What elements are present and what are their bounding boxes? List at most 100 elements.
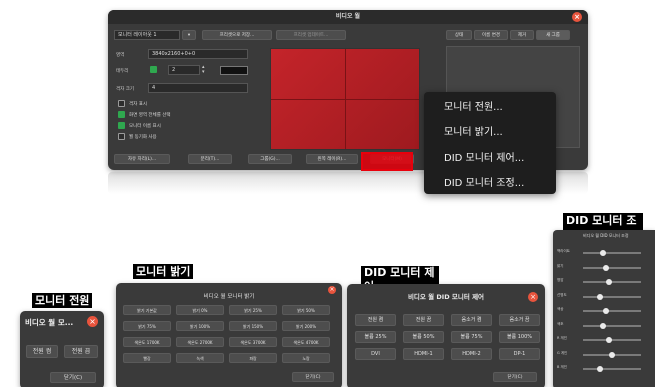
slider-track[interactable]	[583, 324, 641, 327]
did-control-button[interactable]: 볼륨 50%	[403, 331, 444, 343]
did-control-dialog: 비디오 월 DID 모니터 제어 × 전원 켬 전원 끔 음소거 켬 음소거 끔볼륨 …	[347, 284, 545, 387]
slider-track[interactable]	[583, 295, 641, 298]
did-control-close-button[interactable]: 닫기(C)	[493, 372, 537, 382]
wall-sync-label: 월 동기화 사용	[129, 135, 157, 140]
wall-sync-checkbox[interactable]	[118, 133, 125, 140]
slider-label: 색조	[557, 321, 564, 326]
grid-size-input[interactable]: 4	[148, 83, 248, 93]
show-grid-label: 격자 표시	[129, 102, 147, 107]
close-icon[interactable]: ×	[528, 292, 538, 302]
brightness-preset-button[interactable]: 색온도 3700K	[229, 337, 277, 347]
main-window-title: 비디오 월	[335, 13, 361, 20]
grid-size-label: 격자 크기	[116, 87, 134, 92]
slider-track[interactable]	[583, 310, 641, 312]
brightness-close-button[interactable]: 닫기(C)	[292, 372, 334, 382]
brightness-preset-button[interactable]: 밝기 200%	[282, 321, 330, 331]
slider-label: 백라이트	[557, 249, 570, 253]
update-preset-button[interactable]: 프리셋 업데이트...	[276, 30, 346, 40]
tab-status[interactable]: 상태	[446, 30, 472, 40]
monitor-layout-dropdown-button[interactable]: ▾	[182, 30, 196, 40]
did-control-button[interactable]: 전원 켬	[355, 314, 396, 326]
slider-label: 밝기	[557, 263, 564, 268]
show-monitor-name-checkbox[interactable]	[118, 122, 125, 129]
monitor-layout-select[interactable]: 모니터 레이아웃 1	[114, 30, 180, 40]
group-button[interactable]: 그룹(G)...	[248, 154, 292, 164]
power-on-button[interactable]: 전원 켬	[26, 345, 58, 358]
did-control-button[interactable]: DP-1	[499, 348, 540, 360]
tab-remove[interactable]: 제거	[510, 30, 534, 40]
did-control-dialog-title: 비디오 월 DID 모니터 제어	[407, 293, 485, 301]
area-input-value: 3840x2160+0+0	[152, 51, 196, 57]
save-preset-button[interactable]: 프리셋으로 저장...	[202, 30, 272, 40]
slider-thumb[interactable]	[603, 264, 610, 271]
menu-item-monitor-brightness[interactable]: 모니터 밝기...	[444, 123, 503, 138]
slider-thumb[interactable]	[597, 293, 604, 300]
did-control-button[interactable]: 음소거 켬	[451, 314, 492, 326]
menu-item-did-adjust[interactable]: DID 모니터 조정...	[444, 174, 524, 189]
did-control-button[interactable]: HDMI-2	[451, 348, 492, 360]
brightness-preset-button[interactable]: 밝기 25%	[229, 305, 277, 315]
split-button[interactable]: 분리(T)...	[188, 154, 232, 164]
preview-divider-horizontal	[271, 99, 419, 100]
free-place-button[interactable]: 자유 자리(L)...	[114, 154, 170, 164]
left-ray-button[interactable]: 왼쪽 레이(R)...	[306, 154, 358, 164]
slider-thumb[interactable]	[597, 366, 604, 372]
brightness-preset-button[interactable]: 밝기 기본값	[123, 305, 171, 315]
brightness-preset-button[interactable]: 빨강	[123, 353, 171, 363]
brightness-preset-button[interactable]: 밝기 150%	[229, 321, 277, 331]
slider-thumb[interactable]	[600, 250, 607, 256]
did-control-dialog-titlebar: 비디오 월 DID 모니터 제어 ×	[347, 284, 545, 306]
brightness-preset-button[interactable]: 파랑	[229, 353, 277, 363]
close-icon[interactable]: ×	[572, 12, 582, 22]
monitor-layout-select-value: 모니터 레이아웃 1	[118, 32, 157, 38]
brightness-preset-button[interactable]: 밝기 50%	[282, 305, 330, 315]
slider-thumb[interactable]	[606, 279, 613, 285]
bezel-checkbox[interactable]	[150, 66, 157, 73]
slider-thumb[interactable]	[600, 322, 607, 329]
select-full-area-checkbox[interactable]	[118, 111, 125, 118]
did-control-button[interactable]: DVI	[355, 348, 396, 360]
area-label: 영역	[116, 53, 125, 58]
did-control-button[interactable]: HDMI-1	[403, 348, 444, 360]
brightness-preset-button[interactable]: 밝기 75%	[123, 321, 171, 331]
brightness-preset-button[interactable]: 녹색	[176, 353, 224, 363]
did-control-button[interactable]: 볼륨 25%	[355, 331, 396, 343]
bezel-color-swatch[interactable]	[220, 66, 248, 75]
slider-track[interactable]	[583, 252, 641, 254]
did-adjust-dialog-title: 비디오 월 DID 모니터 조정	[583, 233, 629, 238]
brightness-preset-button[interactable]: 밝기 100%	[176, 321, 224, 331]
close-icon[interactable]: ×	[328, 286, 336, 294]
power-dialog-title: 비디오 월 모...	[25, 318, 74, 327]
menu-item-did-control[interactable]: DID 모니터 제어...	[444, 149, 524, 164]
did-control-button[interactable]: 볼륨 100%	[499, 331, 540, 343]
video-wall-preview[interactable]	[270, 48, 420, 150]
brightness-preset-button[interactable]: 색온도 1700K	[123, 337, 171, 347]
caption-monitor-power: 모니터 전원	[32, 293, 93, 308]
slider-track[interactable]	[583, 368, 641, 370]
power-off-button[interactable]: 전원 끔	[64, 345, 98, 358]
brightness-preset-button[interactable]: 색온도 4700K	[282, 337, 330, 347]
menu-item-monitor-power[interactable]: 모니터 전원...	[444, 98, 503, 113]
brightness-preset-button[interactable]: 색온도 2700K	[176, 337, 224, 347]
show-monitor-name-label: 모니터 이름 표시	[129, 124, 161, 129]
did-control-button[interactable]: 볼륨 75%	[451, 331, 492, 343]
did-control-button[interactable]: 전원 끔	[403, 314, 444, 326]
power-close-button[interactable]: 닫기(C)	[50, 372, 96, 383]
slider-label: B 게인	[557, 365, 567, 369]
slider-thumb[interactable]	[609, 351, 615, 358]
close-icon[interactable]: ×	[87, 316, 98, 327]
slider-track[interactable]	[583, 266, 641, 269]
slider-thumb[interactable]	[606, 337, 613, 343]
did-adjust-dialog-titlebar: 비디오 월 DID 모니터 조정	[553, 230, 655, 242]
show-grid-checkbox[interactable]	[118, 100, 125, 107]
area-input[interactable]: 3840x2160+0+0	[148, 49, 248, 59]
bezel-input[interactable]: 2	[168, 65, 200, 75]
tab-new-group[interactable]: 새 그룹	[536, 30, 570, 40]
spin-arrows-icon[interactable]: ▴ ▾	[202, 65, 205, 75]
slider-label: 색상	[557, 307, 564, 311]
slider-thumb[interactable]	[603, 308, 610, 314]
did-control-button[interactable]: 음소거 끔	[499, 314, 540, 326]
brightness-preset-button[interactable]: 노랑	[282, 353, 330, 363]
tab-rename[interactable]: 이름 변경	[474, 30, 508, 40]
brightness-preset-button[interactable]: 밝기 0%	[176, 305, 224, 315]
